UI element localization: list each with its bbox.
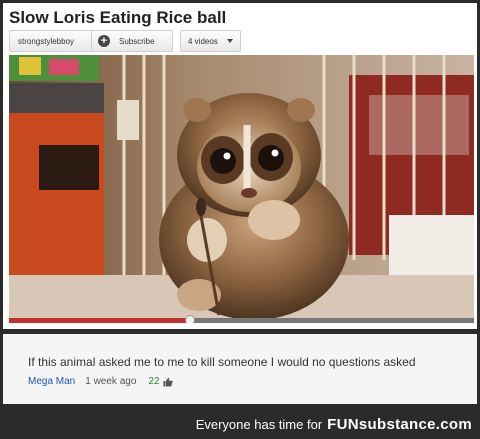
videos-dropdown-button[interactable]: 4 videos [180,30,241,52]
comment-meta: Mega Man 1 week ago 22 [28,376,173,387]
video-title: Slow Loris Eating Rice ball [9,8,227,27]
plus-icon: + [98,35,110,47]
like-count: 22 [148,376,160,387]
channel-name: strongstylebboy [18,36,75,46]
comment-text: If this animal asked me to me to kill so… [28,355,416,369]
chevron-down-icon [227,39,233,43]
video-frame-image [9,55,474,323]
footer-tagline: Everyone has time for [195,417,323,432]
thumbs-up-icon[interactable] [163,377,173,387]
meme-frame: Slow Loris Eating Rice ball strongstyleb… [0,0,480,439]
progress-bar[interactable] [9,315,474,323]
videos-count-label: 4 videos [188,36,218,46]
scrubber-handle[interactable] [185,315,196,323]
subscribe-label: Subscribe [119,36,155,46]
subscribe-button[interactable]: + Subscribe [91,30,173,52]
comment-time: 1 week ago [85,376,137,387]
footer-credit: Everyone has time for FUNsubstance.com [196,416,472,433]
owner-row: strongstylebboy + Subscribe 4 videos [9,30,241,52]
channel-button[interactable]: strongstylebboy [9,30,91,52]
comment-author-link[interactable]: Mega Man [28,376,75,387]
comment-panel: If this animal asked me to me to kill so… [3,334,477,404]
progress-played [9,318,191,323]
footer-brand: FUNsubstance.com [327,416,472,433]
footer-bar: Everyone has time for FUNsubstance.com [0,409,480,439]
video-player[interactable] [9,55,474,323]
video-panel: Slow Loris Eating Rice ball strongstyleb… [3,3,477,329]
